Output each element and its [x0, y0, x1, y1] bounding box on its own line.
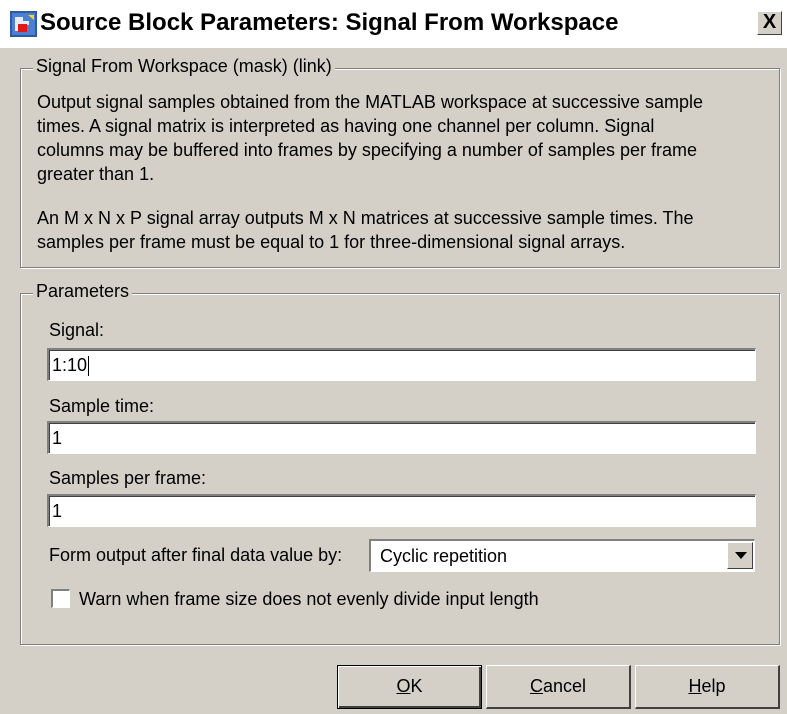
cancel-button[interactable]: Cancel	[486, 665, 631, 709]
description-line-6: samples per frame must be equal to 1 for…	[37, 232, 626, 252]
ok-button-mnemonic: O	[396, 676, 411, 696]
help-button-mnemonic: H	[688, 676, 702, 696]
warn-frame-size-label[interactable]: Warn when frame size does not evenly div…	[79, 589, 539, 610]
sample-time-input[interactable]: 1	[47, 421, 756, 454]
dialog-window: Source Block Parameters: Signal From Wor…	[0, 0, 787, 714]
parameters-group-legend: Parameters	[33, 281, 133, 302]
samples-per-frame-input-value: 1	[52, 501, 63, 521]
cancel-button-label: ancel	[542, 676, 587, 696]
description-line-4: greater than 1.	[37, 164, 155, 184]
sample-time-label: Sample time:	[49, 396, 155, 416]
cancel-button-mnemonic: C	[529, 676, 543, 696]
samples-per-frame-input[interactable]: 1	[47, 494, 756, 527]
form-output-select[interactable]: Cyclic repetition	[369, 539, 755, 572]
window-title: Source Block Parameters: Signal From Wor…	[40, 9, 619, 36]
ok-button-label: K	[410, 676, 423, 696]
signal-label: Signal:	[49, 320, 105, 340]
form-output-label: Form output after final data value by:	[49, 545, 343, 565]
text-caret	[88, 356, 90, 377]
close-button[interactable]: X	[757, 11, 782, 35]
description-line-5: An M x N x P signal array outputs M x N …	[37, 208, 694, 228]
simulink-block-icon	[10, 11, 37, 37]
signal-input-value: 1:10	[52, 355, 88, 375]
description-line-2: times. A signal matrix is interpreted as…	[37, 116, 655, 136]
warn-frame-size-checkbox[interactable]	[51, 589, 70, 608]
sample-time-input-value: 1	[52, 428, 63, 448]
help-button-label: elp	[701, 676, 726, 696]
description-line-3: columns may be buffered into frames by s…	[37, 140, 697, 160]
ok-button[interactable]: OK	[337, 665, 482, 709]
signal-input[interactable]: 1:10	[47, 348, 756, 381]
help-button[interactable]: Help	[635, 665, 780, 709]
samples-per-frame-label: Samples per frame:	[49, 468, 207, 488]
form-output-selected-value: Cyclic repetition	[380, 546, 508, 566]
title-bar[interactable]: Source Block Parameters: Signal From Wor…	[0, 0, 787, 48]
description-line-1: Output signal samples obtained from the …	[37, 92, 703, 112]
chevron-down-icon[interactable]	[727, 542, 753, 569]
description-group-legend: Signal From Workspace (mask) (link)	[33, 56, 335, 77]
